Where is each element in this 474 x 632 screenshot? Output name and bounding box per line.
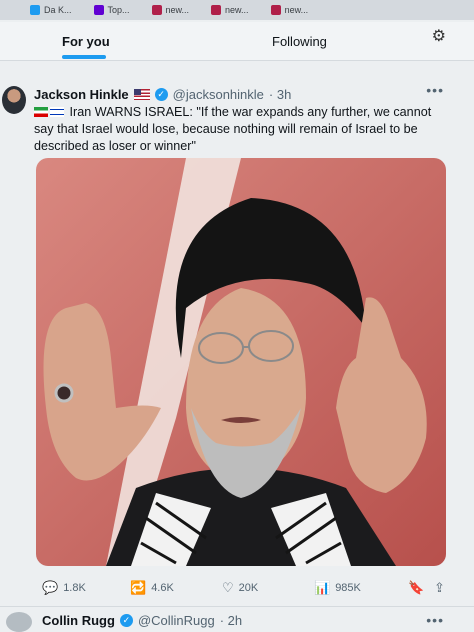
retweet-count: 4.6K [151,582,174,594]
israel-flag-icon [50,107,64,117]
verified-badge-icon: ✓ [154,88,168,101]
browser-tab-label: Da K... [44,5,72,15]
like-count: 20K [238,582,259,594]
active-tab-indicator [62,55,106,59]
tweet-divider [0,606,474,607]
tweet[interactable]: Jackson Hinkle ✓ @jacksonhinkle · 3h •••… [0,74,474,609]
browser-tab-label: new... [165,5,190,15]
news-favicon-icon [151,5,162,15]
browser-tab[interactable]: new... [263,0,317,20]
gear-icon[interactable]: ⚙ [432,26,446,46]
browser-tab-label: new... [284,5,309,15]
retweet-button[interactable]: 🔁 4.6K [130,580,174,596]
verified-badge-icon: ✓ [119,614,133,627]
tweet-header: Jackson Hinkle ✓ @jacksonhinkle · 3h [34,87,291,102]
tweet-photo-image [36,158,446,566]
browser-tab-label: new... [225,5,249,15]
tweet-photo[interactable] [36,158,446,566]
tweet-time[interactable]: · 2h [220,613,242,628]
tweet-body: Iran WARNS ISRAEL: "If the war expands a… [34,105,432,153]
bookmark-button[interactable]: 🔖 [408,580,424,596]
tab-for-you[interactable]: For you [62,34,110,49]
avatar[interactable] [2,86,26,114]
reply-count: 1.8K [63,582,86,594]
reply-button[interactable]: 💬 1.8K [42,580,86,596]
analytics-icon: 📊 [314,580,331,595]
author-name[interactable]: Collin Rugg [42,613,115,628]
view-count: 985K [335,582,361,594]
like-button[interactable]: ♡ 20K [222,580,258,596]
avatar[interactable] [6,612,32,632]
news-favicon-icon [270,5,281,15]
author-handle[interactable]: @jacksonhinkle [173,87,264,102]
tweet-time[interactable]: · 3h [269,87,291,102]
timeline-nav: For you Following ⚙ [0,22,474,61]
tweet-header: Collin Rugg ✓ @CollinRugg · 2h [42,613,242,628]
share-button[interactable]: ⇪ [434,580,445,596]
iran-flag-icon [34,107,48,117]
twitter-favicon-icon [30,5,40,15]
browser-tab[interactable]: new... [203,0,257,20]
more-options-icon[interactable]: ••• [426,612,444,628]
author-name[interactable]: Jackson Hinkle [34,87,129,102]
retweet-icon: 🔁 [130,580,147,595]
tweet-actions: 💬 1.8K 🔁 4.6K ♡ 20K 📊 985K 🔖 ⇪ [42,580,452,596]
heart-icon: ♡ [222,580,234,595]
browser-tab[interactable]: new... [144,0,198,20]
bookmark-icon: 🔖 [408,580,425,595]
share-icon: ⇪ [434,580,445,595]
browser-tab[interactable]: Da K... [22,0,80,20]
browser-tab-label: Top... [107,5,130,15]
tab-following[interactable]: Following [272,34,327,49]
us-flag-icon [133,89,150,100]
reply-icon: 💬 [42,580,59,595]
browser-tab[interactable]: Top... [86,0,138,20]
views-button[interactable]: 📊 985K [314,580,361,596]
more-options-icon[interactable]: ••• [426,82,444,98]
yahoo-favicon-icon [93,5,104,15]
author-handle[interactable]: @CollinRugg [138,613,215,628]
news-favicon-icon [211,5,222,15]
tweet-text: Iran WARNS ISRAEL: "If the war expands a… [34,104,444,155]
next-tweet[interactable]: Collin Rugg ✓ @CollinRugg · 2h ••• [0,609,474,632]
browser-tab-strip: Da K... Top... new... new... new... [0,0,474,20]
